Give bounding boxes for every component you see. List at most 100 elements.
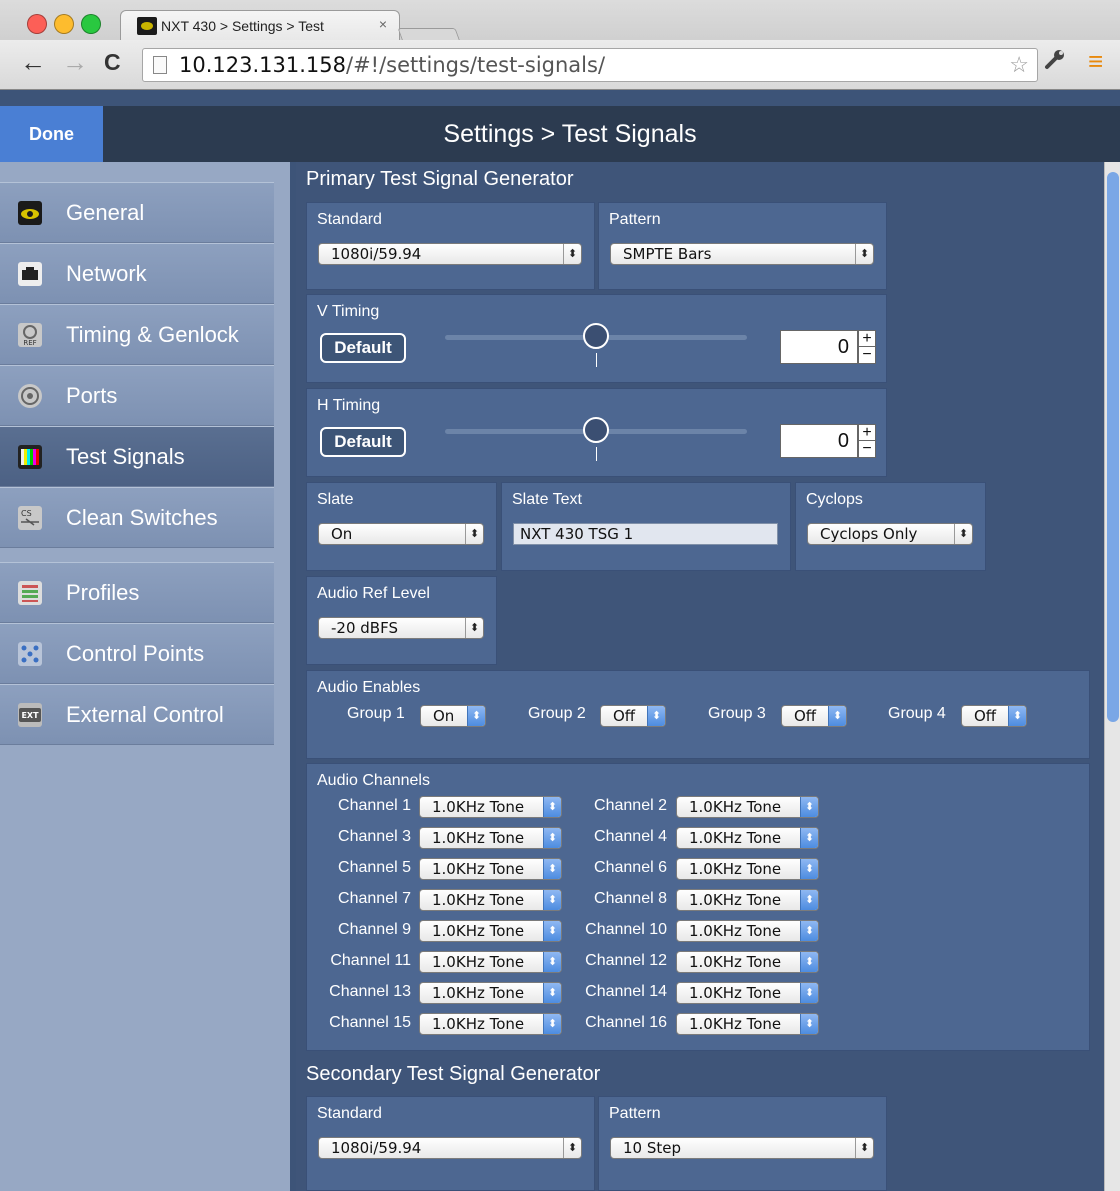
updown-icon: ⬍: [563, 244, 581, 264]
channel-select[interactable]: 1.0KHz Tone ⬍: [419, 920, 562, 942]
h-timing-slider-handle[interactable]: [583, 417, 609, 443]
menu-icon[interactable]: ≡: [1088, 46, 1103, 77]
done-button[interactable]: Done: [0, 106, 103, 162]
standard-select[interactable]: 1080i/59.94 ⬍: [318, 243, 582, 265]
channel-select[interactable]: 1.0KHz Tone ⬍: [419, 796, 562, 818]
cyclops-panel: Cyclops Cyclops Only ⬍: [795, 482, 986, 571]
url-text[interactable]: 10.123.131.158/#!/settings/test-signals/: [179, 53, 605, 77]
browser-tab[interactable]: NXT 430 > Settings > Test ×: [120, 10, 400, 40]
sidebar-item-timing-genlock[interactable]: REF Timing & Genlock: [0, 304, 274, 365]
channel-select[interactable]: 1.0KHz Tone ⬍: [676, 920, 819, 942]
channel-label: Channel 15: [329, 1014, 411, 1031]
svg-text:CS: CS: [21, 509, 32, 518]
zoom-window-button[interactable]: [81, 14, 101, 34]
group-1-select[interactable]: On ⬍: [420, 705, 486, 727]
secondary-standard-select[interactable]: 1080i/59.94 ⬍: [318, 1137, 582, 1159]
vertical-scrollbar[interactable]: [1104, 162, 1120, 1191]
back-icon[interactable]: ←: [20, 49, 46, 75]
tab-title: NXT 430 > Settings > Test: [161, 18, 324, 34]
h-timing-default-button[interactable]: Default: [320, 427, 406, 457]
sidebar-item-label: External Control: [66, 702, 224, 727]
channel-select[interactable]: 1.0KHz Tone ⬍: [676, 827, 819, 849]
secondary-section-title: Secondary Test Signal Generator: [306, 1063, 601, 1085]
group-2-label: Group 2: [528, 705, 586, 722]
channel-select[interactable]: 1.0KHz Tone ⬍: [676, 1013, 819, 1035]
audio-enables-panel: Audio Enables Group 1 On ⬍ Group 2 Off ⬍ G…: [306, 670, 1090, 759]
h-timing-stepper[interactable]: + −: [858, 424, 876, 458]
slate-panel: Slate On ⬍: [306, 482, 497, 571]
sidebar-item-label: Test Signals: [66, 444, 185, 469]
channel-label: Channel 9: [338, 921, 411, 938]
v-timing-value-input[interactable]: 0: [780, 330, 858, 364]
cyclops-select[interactable]: Cyclops Only ⬍: [807, 523, 973, 545]
address-toolbar: ← → C 10.123.131.158/#!/settings/test-si…: [0, 40, 1120, 90]
updown-icon: ⬍: [543, 828, 561, 848]
channel-select[interactable]: 1.0KHz Tone ⬍: [419, 889, 562, 911]
sidebar-item-network[interactable]: Network: [0, 243, 274, 304]
app-header: Settings > Test Signals Done: [0, 106, 1120, 162]
sidebar-item-label: Profiles: [66, 580, 140, 605]
reload-icon[interactable]: C: [104, 49, 121, 75]
channel-select[interactable]: 1.0KHz Tone ⬍: [676, 982, 819, 1004]
sidebar-item-label: General: [66, 200, 145, 225]
sidebar: General Network REF Timing & Genlock Por…: [0, 162, 290, 1191]
group-4-label: Group 4: [888, 705, 946, 722]
sidebar-item-profiles[interactable]: Profiles: [0, 562, 274, 623]
channel-select[interactable]: 1.0KHz Tone ⬍: [676, 796, 819, 818]
updown-icon: ⬍: [855, 1138, 873, 1158]
bookmark-star-icon[interactable]: ☆: [1009, 52, 1029, 78]
sidebar-item-external-control[interactable]: EXT External Control: [0, 684, 274, 745]
slate-text-field[interactable]: NXT 430 TSG 1: [513, 523, 778, 545]
minus-icon[interactable]: −: [859, 441, 875, 457]
sidebar-item-general[interactable]: General: [0, 182, 274, 243]
secondary-standard-panel: Standard 1080i/59.94 ⬍: [306, 1096, 595, 1191]
audio-ref-level-select[interactable]: -20 dBFS ⬍: [318, 617, 484, 639]
scrollbar-thumb[interactable]: [1107, 172, 1119, 722]
sidebar-item-control-points[interactable]: Control Points: [0, 623, 274, 684]
slate-select[interactable]: On ⬍: [318, 523, 484, 545]
pattern-select[interactable]: SMPTE Bars ⬍: [610, 243, 874, 265]
sidebar-item-ports[interactable]: Ports: [0, 365, 274, 426]
wrench-icon[interactable]: [1044, 48, 1066, 76]
channel-select[interactable]: 1.0KHz Tone ⬍: [676, 889, 819, 911]
v-timing-slider-handle[interactable]: [583, 323, 609, 349]
pattern-label: Pattern: [609, 211, 661, 228]
minus-icon[interactable]: −: [859, 347, 875, 363]
channel-select[interactable]: 1.0KHz Tone ⬍: [676, 858, 819, 880]
sidebar-item-clean-switches[interactable]: CS Clean Switches: [0, 487, 274, 548]
close-icon[interactable]: ×: [379, 16, 387, 32]
group-3-select[interactable]: Off ⬍: [781, 705, 847, 727]
close-window-button[interactable]: [27, 14, 47, 34]
slate-text-label: Slate Text: [512, 491, 582, 508]
updown-icon: ⬍: [800, 983, 818, 1003]
updown-icon: ⬍: [543, 859, 561, 879]
forward-icon[interactable]: →: [62, 49, 88, 75]
channel-select[interactable]: 1.0KHz Tone ⬍: [419, 1013, 562, 1035]
channel-select[interactable]: 1.0KHz Tone ⬍: [419, 982, 562, 1004]
h-timing-value-input[interactable]: 0: [780, 424, 858, 458]
secondary-pattern-label: Pattern: [609, 1105, 661, 1122]
color-bars-icon: [18, 445, 42, 469]
secondary-pattern-select[interactable]: 10 Step ⬍: [610, 1137, 874, 1159]
group-4-select[interactable]: Off ⬍: [961, 705, 1027, 727]
channel-select[interactable]: 1.0KHz Tone ⬍: [419, 951, 562, 973]
v-timing-default-button[interactable]: Default: [320, 333, 406, 363]
channel-label: Channel 8: [594, 890, 667, 907]
plus-icon[interactable]: +: [859, 331, 875, 347]
channel-select[interactable]: 1.0KHz Tone ⬍: [419, 827, 562, 849]
sidebar-item-label: Clean Switches: [66, 505, 218, 530]
group-2-select[interactable]: Off ⬍: [600, 705, 666, 727]
channel-select[interactable]: 1.0KHz Tone ⬍: [676, 951, 819, 973]
svg-text:REF: REF: [23, 339, 36, 347]
plus-icon[interactable]: +: [859, 425, 875, 441]
address-bar[interactable]: 10.123.131.158/#!/settings/test-signals/…: [142, 48, 1038, 82]
sidebar-item-label: Ports: [66, 383, 118, 408]
minimize-window-button[interactable]: [54, 14, 74, 34]
channel-label: Channel 1: [338, 797, 411, 814]
port-icon: [18, 384, 42, 408]
updown-icon: ⬍: [467, 706, 485, 726]
sidebar-item-test-signals[interactable]: Test Signals: [0, 426, 274, 487]
channel-select[interactable]: 1.0KHz Tone ⬍: [419, 858, 562, 880]
audio-ref-level-label: Audio Ref Level: [317, 585, 430, 602]
v-timing-stepper[interactable]: + −: [858, 330, 876, 364]
